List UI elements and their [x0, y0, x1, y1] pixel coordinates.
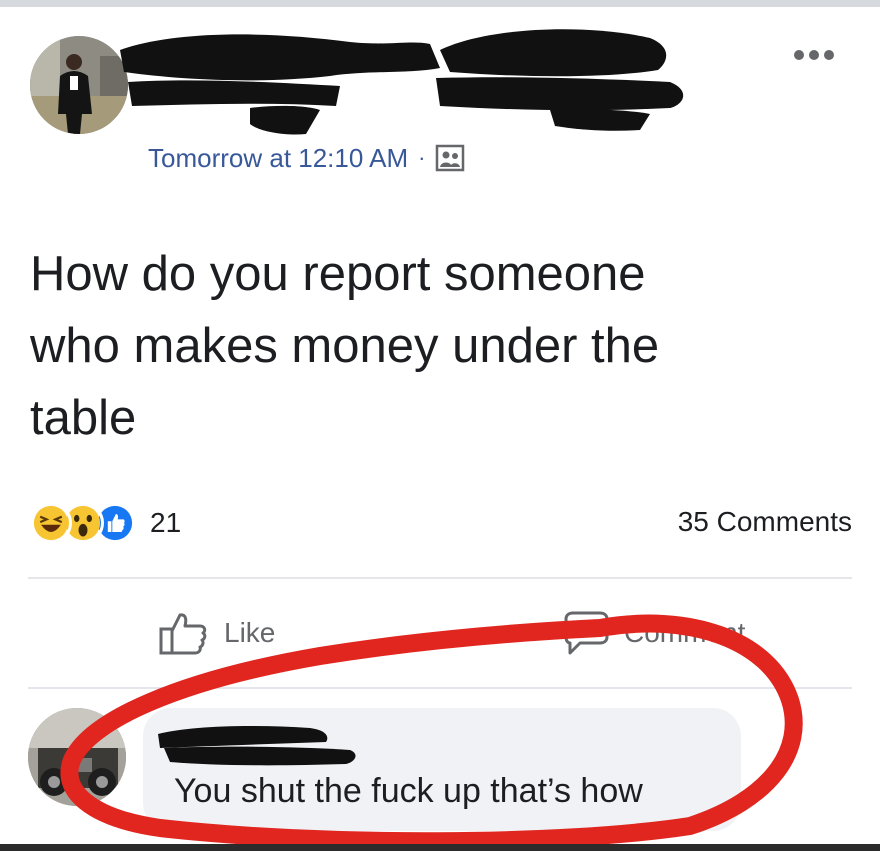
- post-timestamp[interactable]: Tomorrow at 12:10 AM: [148, 143, 408, 174]
- redacted-commenter-name: [158, 726, 356, 766]
- haha-icon: [30, 502, 72, 544]
- divider: [28, 687, 852, 689]
- reaction-count: 21: [150, 507, 182, 538]
- speech-bubble-icon: [564, 611, 609, 655]
- commenter-avatar-image: [28, 708, 126, 806]
- like-label: Like: [224, 617, 276, 648]
- more-options-dot: [794, 50, 804, 60]
- top-edge-strip: [0, 0, 880, 7]
- more-options-button[interactable]: [789, 40, 839, 70]
- bottom-edge-strip: [0, 844, 880, 851]
- comment-button[interactable]: Comment: [560, 608, 745, 658]
- comment-text: You shut the fuck up that’s how: [174, 772, 643, 810]
- more-options-dot: [809, 50, 819, 60]
- comment-label: Comment: [624, 617, 746, 648]
- divider: [28, 577, 852, 579]
- more-options-dot: [824, 50, 834, 60]
- comments-count-link[interactable]: 35 Comments: [678, 506, 852, 538]
- friends-privacy-icon[interactable]: [435, 144, 465, 172]
- thumbs-up-icon: [159, 613, 207, 655]
- commenter-avatar[interactable]: [28, 708, 126, 806]
- redacted-poster-name: [120, 29, 684, 135]
- reactions-summary[interactable]: 21: [30, 500, 181, 546]
- meta-separator: ·: [418, 145, 426, 170]
- post-body-text: How do you report someone who makes mone…: [30, 247, 660, 445]
- like-button[interactable]: Like: [158, 608, 275, 658]
- post-meta-row: Tomorrow at 12:10 AM ·: [148, 142, 465, 174]
